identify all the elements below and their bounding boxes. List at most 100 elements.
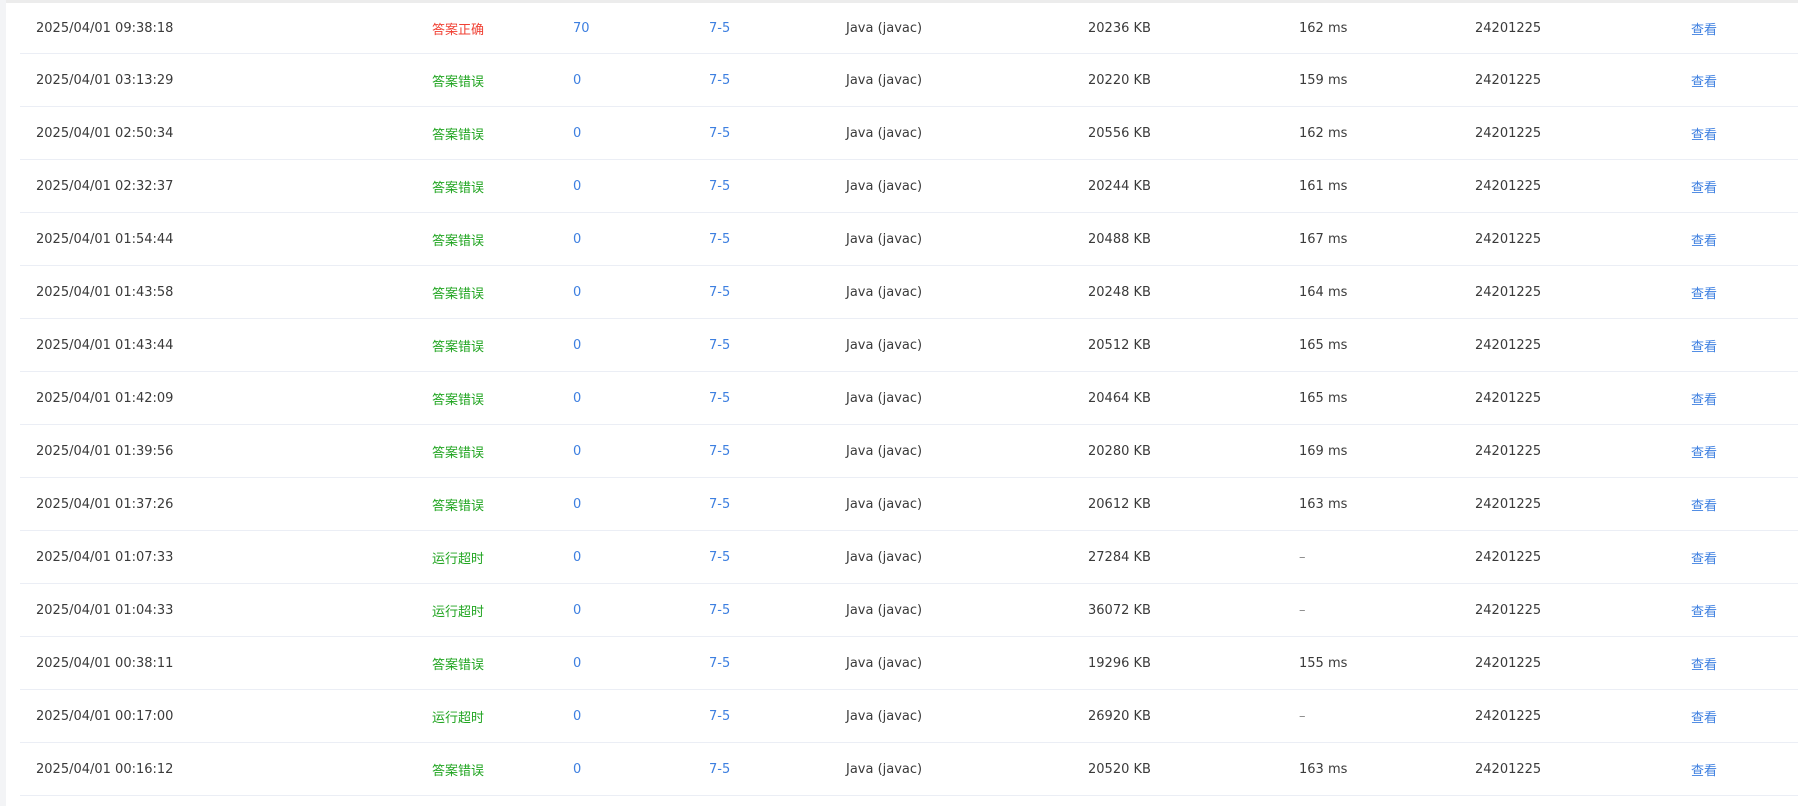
runtime-cell: 163 ms: [1299, 742, 1475, 796]
user-cell: 24201225: [1475, 742, 1691, 796]
problem-link[interactable]: 7-5: [709, 3, 846, 54]
submit-time-cell: 2025/04/01 01:43:58: [20, 265, 432, 319]
user-cell: 24201225: [1475, 583, 1691, 637]
view-detail-link[interactable]: 查看: [1691, 212, 1798, 266]
problem-link[interactable]: 7-5: [709, 371, 846, 425]
view-detail-link[interactable]: 查看: [1691, 318, 1798, 372]
view-detail-link[interactable]: 查看: [1691, 53, 1798, 107]
table-row: 2025/04/01 09:38:18 答案正确 70 7-5 Java (javac)…: [20, 3, 1798, 54]
runtime-cell: 164 ms: [1299, 265, 1475, 319]
language-cell: Java (javac): [846, 742, 1088, 796]
table-row: 2025/04/01 02:32:37 答案错误 0 7-5 Java (javac) 2…: [20, 159, 1798, 213]
score-link[interactable]: 0: [573, 265, 709, 319]
status-cell: 答案错误: [432, 424, 573, 478]
user-cell: 24201225: [1475, 530, 1691, 584]
language-cell: Java (javac): [846, 636, 1088, 690]
user-cell: 24201225: [1475, 212, 1691, 266]
table-row: 2025/04/01 01:42:09 答案错误 0 7-5 Java (javac) 2…: [20, 371, 1798, 425]
problem-link[interactable]: 7-5: [709, 106, 846, 160]
view-detail-link[interactable]: 查看: [1691, 583, 1798, 637]
language-cell: Java (javac): [846, 265, 1088, 319]
problem-link[interactable]: 7-5: [709, 583, 846, 637]
table-row: 2025/04/01 00:17:00 运行超时 0 7-5 Java (javac) 2…: [20, 689, 1798, 743]
runtime-cell: 162 ms: [1299, 3, 1475, 54]
status-cell: 答案错误: [432, 212, 573, 266]
memory-cell: 20220 KB: [1088, 53, 1299, 107]
memory-cell: 20248 KB: [1088, 265, 1299, 319]
view-detail-link[interactable]: 查看: [1691, 477, 1798, 531]
score-link[interactable]: 0: [573, 636, 709, 690]
view-detail-link[interactable]: 查看: [1691, 3, 1798, 54]
score-link[interactable]: 0: [573, 742, 709, 796]
submit-time-cell: 2025/04/01 01:39:56: [20, 424, 432, 478]
language-cell: Java (javac): [846, 212, 1088, 266]
language-cell: Java (javac): [846, 3, 1088, 54]
problem-link[interactable]: 7-5: [709, 159, 846, 213]
language-cell: Java (javac): [846, 477, 1088, 531]
problem-link[interactable]: 7-5: [709, 742, 846, 796]
runtime-cell: 163 ms: [1299, 477, 1475, 531]
runtime-cell: –: [1299, 583, 1475, 637]
table-row: 2025/04/01 01:37:26 答案错误 0 7-5 Java (javac) 2…: [20, 477, 1798, 531]
problem-link[interactable]: 7-5: [709, 424, 846, 478]
status-cell: 答案正确: [432, 3, 573, 54]
user-cell: 24201225: [1475, 53, 1691, 107]
view-detail-link[interactable]: 查看: [1691, 742, 1798, 796]
problem-link[interactable]: 7-5: [709, 477, 846, 531]
language-cell: Java (javac): [846, 424, 1088, 478]
score-link[interactable]: 0: [573, 106, 709, 160]
score-link[interactable]: 0: [573, 583, 709, 637]
view-detail-link[interactable]: 查看: [1691, 371, 1798, 425]
memory-cell: 20244 KB: [1088, 159, 1299, 213]
view-detail-link[interactable]: 查看: [1691, 159, 1798, 213]
view-detail-link[interactable]: 查看: [1691, 689, 1798, 743]
submit-time-cell: 2025/04/01 01:42:09: [20, 371, 432, 425]
score-link[interactable]: 0: [573, 477, 709, 531]
status-cell: 答案错误: [432, 636, 573, 690]
memory-cell: 20520 KB: [1088, 742, 1299, 796]
problem-link[interactable]: 7-5: [709, 212, 846, 266]
problem-link[interactable]: 7-5: [709, 318, 846, 372]
user-cell: 24201225: [1475, 689, 1691, 743]
view-detail-link[interactable]: 查看: [1691, 265, 1798, 319]
user-cell: 24201225: [1475, 159, 1691, 213]
table-row: 2025/04/01 01:43:44 答案错误 0 7-5 Java (javac) 2…: [20, 318, 1798, 372]
user-cell: 24201225: [1475, 106, 1691, 160]
view-detail-link[interactable]: 查看: [1691, 424, 1798, 478]
user-cell: 24201225: [1475, 3, 1691, 54]
runtime-cell: 165 ms: [1299, 318, 1475, 372]
score-link[interactable]: 0: [573, 371, 709, 425]
score-link[interactable]: 0: [573, 53, 709, 107]
status-cell: 答案错误: [432, 371, 573, 425]
problem-link[interactable]: 7-5: [709, 689, 846, 743]
problem-link[interactable]: 7-5: [709, 53, 846, 107]
memory-cell: 26920 KB: [1088, 689, 1299, 743]
language-cell: Java (javac): [846, 159, 1088, 213]
score-link[interactable]: 0: [573, 689, 709, 743]
memory-cell: 36072 KB: [1088, 583, 1299, 637]
score-link[interactable]: 0: [573, 424, 709, 478]
status-cell: 运行超时: [432, 530, 573, 584]
submit-time-cell: 2025/04/01 01:04:33: [20, 583, 432, 637]
problem-link[interactable]: 7-5: [709, 636, 846, 690]
score-link[interactable]: 0: [573, 159, 709, 213]
view-detail-link[interactable]: 查看: [1691, 106, 1798, 160]
view-detail-link[interactable]: 查看: [1691, 636, 1798, 690]
score-link[interactable]: 0: [573, 318, 709, 372]
table-row: 2025/04/01 00:38:11 答案错误 0 7-5 Java (javac) 1…: [20, 636, 1798, 690]
score-link[interactable]: 70: [573, 3, 709, 54]
status-cell: 答案错误: [432, 318, 573, 372]
submit-time-cell: 2025/04/01 00:38:11: [20, 636, 432, 690]
score-link[interactable]: 0: [573, 530, 709, 584]
status-cell: 答案错误: [432, 265, 573, 319]
table-row: 2025/04/01 02:50:34 答案错误 0 7-5 Java (javac) 2…: [20, 106, 1798, 160]
problem-link[interactable]: 7-5: [709, 530, 846, 584]
view-detail-link[interactable]: 查看: [1691, 530, 1798, 584]
submit-time-cell: 2025/04/01 00:17:00: [20, 689, 432, 743]
problem-link[interactable]: 7-5: [709, 265, 846, 319]
submit-time-cell: 2025/04/01 01:43:44: [20, 318, 432, 372]
table-row: 2025/04/01 00:16:12 答案错误 0 7-5 Java (javac) 2…: [20, 742, 1798, 796]
score-link[interactable]: 0: [573, 212, 709, 266]
memory-cell: 20280 KB: [1088, 424, 1299, 478]
runtime-cell: 169 ms: [1299, 424, 1475, 478]
